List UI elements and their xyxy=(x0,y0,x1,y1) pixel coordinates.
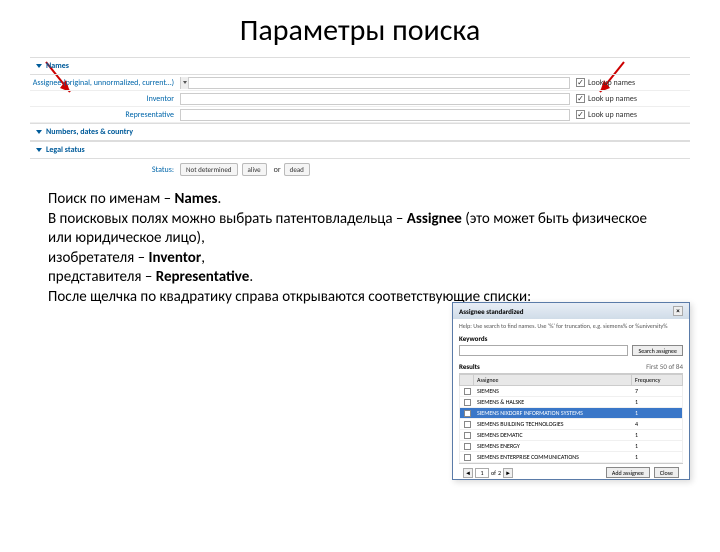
result-row[interactable]: SIEMENS ENERGY1 xyxy=(459,441,683,452)
lookup-checkbox-inventor[interactable] xyxy=(576,94,585,103)
inventor-input[interactable] xyxy=(180,93,570,105)
pager-total: 2 xyxy=(498,469,501,477)
row-assignee: SIEMENS xyxy=(474,387,632,395)
label-inventor: Inventor xyxy=(30,94,180,104)
results-label: Results xyxy=(459,362,480,371)
row-frequency: 1 xyxy=(632,431,682,439)
lookup-checkbox-assignee[interactable] xyxy=(576,78,585,87)
keywords-label: Keywords xyxy=(459,334,683,343)
row-frequency: 4 xyxy=(632,420,682,428)
row-assignee: SIEMENS & HALSKE xyxy=(474,398,632,406)
lookup-checkbox-representative[interactable] xyxy=(576,110,585,119)
label-assignee: Assignee (original, unnormalized, curren… xyxy=(30,78,180,88)
popup-search-input[interactable] xyxy=(459,345,628,356)
pager: ◄ 1 of 2 ► xyxy=(463,468,513,478)
popup-table-header: Assignee Frequency xyxy=(459,374,683,386)
label-representative: Representative xyxy=(30,110,180,120)
section-label: Legal status xyxy=(46,145,85,155)
popup-hint: Help: Use search to find names. Use '%' … xyxy=(459,323,683,330)
section-numbers[interactable]: Numbers, dates & country xyxy=(30,123,690,141)
status-pill-alive[interactable]: alive xyxy=(242,163,267,176)
result-row[interactable]: SIEMENS ENTERPRISE COMMUNICATIONS1 xyxy=(459,452,683,463)
section-names[interactable]: Names xyxy=(30,57,690,75)
row-checkbox[interactable] xyxy=(464,388,471,395)
chevron-down-icon xyxy=(36,130,42,134)
row-assignee: SIEMENS NIXDORF INFORMATION SYSTEMS xyxy=(474,409,632,417)
description-text: Поиск по именам – Names. В поисковых пол… xyxy=(48,190,672,307)
lookup-label: Lookup names xyxy=(588,78,635,88)
result-row[interactable]: SIEMENS & HALSKE1 xyxy=(459,397,683,408)
assignee-type-select[interactable] xyxy=(180,77,188,89)
col-assignee[interactable]: Assignee xyxy=(474,375,632,385)
section-label: Names xyxy=(46,61,69,71)
close-icon[interactable]: × xyxy=(673,306,683,316)
status-row: Status: Not determined alive or dead xyxy=(30,159,690,180)
popup-title-text: Assignee standardized xyxy=(459,307,524,316)
row-representative: Representative Look up names xyxy=(30,107,690,123)
chevron-down-icon xyxy=(36,148,42,152)
col-frequency[interactable]: Frequency xyxy=(632,375,682,385)
result-row[interactable]: SIEMENS NIXDORF INFORMATION SYSTEMS1 xyxy=(459,408,683,419)
results-count: First 50 of 84 xyxy=(646,362,683,371)
chevron-down-icon xyxy=(36,64,42,68)
status-pill-nd[interactable]: Not determined xyxy=(180,163,238,176)
row-frequency: 1 xyxy=(632,398,682,406)
row-assignee: SIEMENS ENERGY xyxy=(474,442,632,450)
result-row[interactable]: SIEMENS DEMATIC1 xyxy=(459,430,683,441)
add-assignee-button[interactable]: Add assignee xyxy=(606,467,650,478)
section-label: Numbers, dates & country xyxy=(46,127,133,137)
pager-prev[interactable]: ◄ xyxy=(463,468,473,478)
lookup-popup: Assignee standardized × Help: Use search… xyxy=(452,302,690,480)
pager-page[interactable]: 1 xyxy=(475,468,489,478)
row-assignee: SIEMENS ENTERPRISE COMMUNICATIONS xyxy=(474,453,632,461)
row-assignee: SIEMENS BUILDING TECHNOLOGIES xyxy=(474,420,632,428)
row-checkbox[interactable] xyxy=(464,399,471,406)
row-checkbox[interactable] xyxy=(464,443,471,450)
result-row[interactable]: SIEMENS BUILDING TECHNOLOGIES4 xyxy=(459,419,683,430)
pager-of: of xyxy=(491,469,496,477)
row-frequency: 1 xyxy=(632,453,682,461)
close-button[interactable]: Close xyxy=(654,467,679,478)
row-frequency: 1 xyxy=(632,409,682,417)
slide-title: Параметры поиска xyxy=(0,12,720,49)
result-row[interactable]: SIEMENS7 xyxy=(459,386,683,397)
search-form-panel: Names Assignee (original, unnormalized, … xyxy=(30,57,690,180)
representative-input[interactable] xyxy=(180,109,570,121)
status-or: or xyxy=(274,165,281,175)
lookup-label: Look up names xyxy=(588,94,637,104)
section-legal[interactable]: Legal status xyxy=(30,141,690,159)
row-checkbox[interactable] xyxy=(464,432,471,439)
pager-next[interactable]: ► xyxy=(503,468,513,478)
search-assignee-button[interactable]: Search assignee xyxy=(632,345,683,356)
row-checkbox[interactable] xyxy=(464,421,471,428)
popup-titlebar: Assignee standardized × xyxy=(453,303,689,319)
row-assignee: Assignee (original, unnormalized, curren… xyxy=(30,75,690,91)
status-pill-dead[interactable]: dead xyxy=(284,163,310,176)
status-label: Status: xyxy=(30,165,180,175)
row-checkbox[interactable] xyxy=(464,410,471,417)
assignee-input[interactable] xyxy=(188,77,570,89)
row-inventor: Inventor Look up names xyxy=(30,91,690,107)
row-frequency: 1 xyxy=(632,442,682,450)
row-frequency: 7 xyxy=(632,387,682,395)
row-checkbox[interactable] xyxy=(464,454,471,461)
row-assignee: SIEMENS DEMATIC xyxy=(474,431,632,439)
lookup-label: Look up names xyxy=(588,110,637,120)
